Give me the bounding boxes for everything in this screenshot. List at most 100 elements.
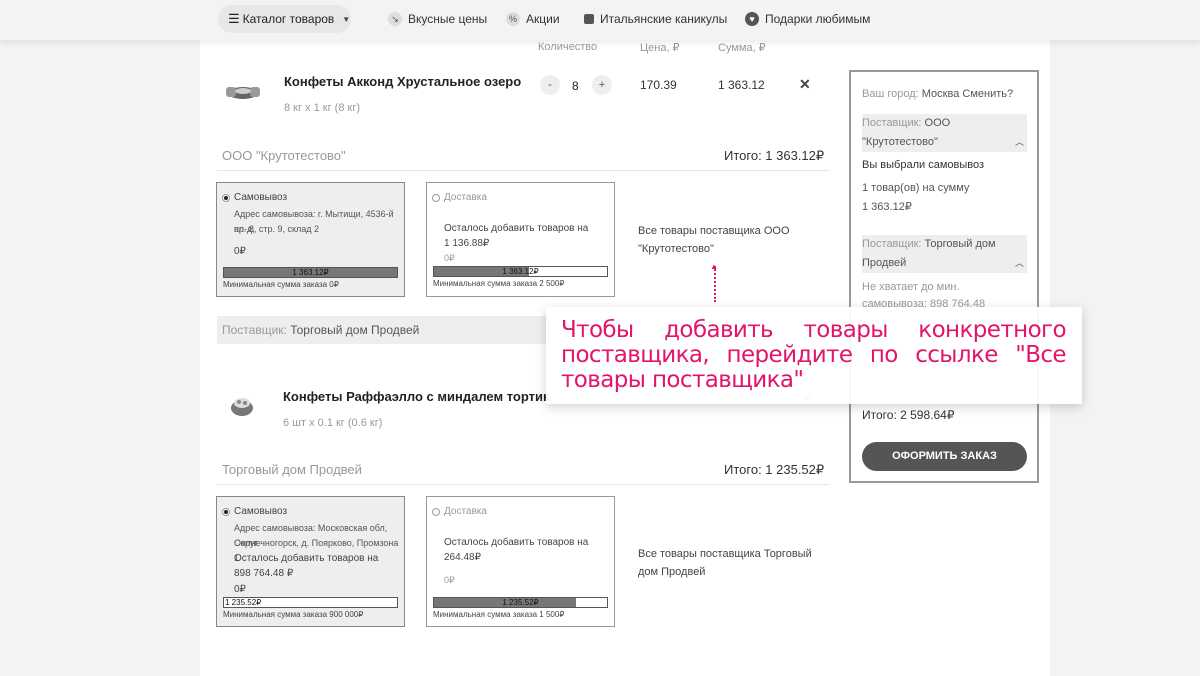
supplier-value: ООО: [924, 117, 951, 129]
link-line: дом Продвей: [638, 566, 706, 578]
remaining-text: Осталось добавить товаров на: [234, 553, 379, 564]
option-label: Самовывоз: [234, 192, 288, 203]
product-title[interactable]: Конфеты Акконд Хрустальное озеро: [284, 74, 521, 89]
supplier-name: ООО "Крутотестово": [222, 148, 346, 163]
strip-label: Поставщик:: [222, 323, 287, 337]
product-image: [226, 87, 260, 99]
all-supplier-goods-link[interactable]: Все товары поставщика ООО "Крутотестово": [638, 222, 790, 258]
progress-bar: 1 363.12₽: [433, 266, 608, 277]
supplier-accordion-header[interactable]: Поставщик: ООО "Крутотестово" ︿: [862, 114, 1027, 152]
city-change-link[interactable]: Москва Сменить?: [922, 88, 1013, 100]
sum-value: 1 363.12: [718, 78, 765, 92]
qty-minus-button[interactable]: -: [540, 75, 560, 95]
chosen-method: Вы выбрали самовывоз: [862, 159, 985, 171]
supplier-value: "Крутотестово": [862, 136, 938, 148]
qty-value[interactable]: 8: [572, 79, 579, 93]
remaining-text: Осталось добавить товаров на: [444, 537, 589, 548]
product-image: [231, 398, 253, 416]
option-label: Доставка: [444, 506, 487, 517]
top-nav: ☰ Каталог товаров ▼ ↘ Вкусные цены % Акц…: [0, 0, 1200, 40]
grand-total: Итого: 2 598.64₽: [862, 408, 955, 422]
hint-text: Чтобы добавить товары конкретного постав…: [561, 317, 1067, 393]
qty-plus-button[interactable]: +: [592, 75, 612, 95]
option-amount: 0₽: [444, 253, 455, 263]
option-amount: 0₽: [444, 575, 455, 585]
supplier-value: Торговый дом: [924, 238, 996, 250]
menu-icon: ☰: [228, 11, 240, 26]
chevron-up-icon: ︿: [1014, 258, 1024, 268]
tag-icon: ↘: [388, 12, 402, 26]
items-sum: 1 363.12₽: [862, 201, 912, 213]
catalog-button[interactable]: ☰ Каталог товаров ▼: [218, 5, 351, 33]
divider: [217, 484, 829, 485]
delivery-radio[interactable]: Доставка: [432, 192, 487, 203]
remaining-amount: 898 764.48 ₽: [234, 568, 294, 579]
chevron-down-icon: ▼: [342, 14, 351, 24]
remaining-text: Осталось добавить товаров на: [444, 223, 589, 234]
progress-label: 1 235.52₽: [225, 598, 262, 607]
radio-unselected-icon: [432, 507, 440, 516]
nav-link-italian-holidays[interactable]: Итальянские каникулы: [584, 12, 727, 26]
pickup-radio[interactable]: Самовывоз: [222, 192, 287, 203]
link-line: Все товары поставщика Торговый: [638, 548, 812, 560]
delivery-radio[interactable]: Доставка: [432, 506, 487, 517]
column-header-price: Цена, ₽: [640, 42, 680, 54]
link-line: Все товары поставщика ООО: [638, 225, 790, 237]
supplier-label: Поставщик:: [862, 238, 922, 250]
nav-link-tasty-prices[interactable]: ↘ Вкусные цены: [388, 12, 487, 26]
remaining-amount: 1 136.88₽: [444, 238, 490, 249]
progress-bar: 1 235.52₽: [433, 597, 608, 608]
column-header-sum: Сумма, ₽: [718, 42, 766, 54]
percent-icon: %: [506, 12, 520, 26]
items-count: 1 товар(ов) на сумму: [862, 182, 970, 194]
pickup-option-card[interactable]: Самовывоз Адрес самовывоза: Московская о…: [216, 496, 405, 627]
city-row: Ваш город: Москва Сменить?: [862, 85, 1013, 104]
chevron-up-icon: ︿: [1014, 137, 1024, 147]
all-supplier-goods-link[interactable]: Все товары поставщика Торговый дом Продв…: [638, 545, 812, 581]
flag-icon: [584, 14, 594, 24]
radio-unselected-icon: [432, 193, 440, 202]
min-order-text: Минимальная сумма заказа 1 500₽: [433, 610, 565, 619]
nav-link-gifts[interactable]: ♥ Подарки любимым: [745, 12, 870, 26]
product-subtitle: 6 шт x 0.1 кг (0.6 кг): [283, 417, 383, 429]
pickup-radio[interactable]: Самовывоз: [222, 506, 287, 517]
heart-icon: ♥: [745, 12, 759, 26]
catalog-label: Каталог товаров: [242, 12, 335, 26]
remaining-amount: 264.48₽: [444, 552, 481, 563]
progress-label: 1 235.52₽: [502, 598, 539, 607]
nav-link-label: Акции: [526, 12, 560, 26]
hint-tooltip: Чтобы добавить товары конкретного постав…: [546, 307, 1082, 404]
option-amount: 0₽: [234, 246, 246, 257]
progress-bar: 1 235.52₽: [223, 597, 398, 608]
remove-item-icon[interactable]: ✕: [799, 76, 811, 93]
progress-label: 1 363.12₽: [292, 268, 329, 277]
supplier-strip: Поставщик: Торговый дом Продвей: [217, 316, 547, 344]
pickup-address-line: вл. 8, стр. 9, склад 2: [234, 224, 320, 234]
price-value: 170.39: [640, 78, 677, 92]
min-order-text: Минимальная сумма заказа 900 000₽: [223, 610, 364, 619]
checkout-button[interactable]: ОФОРМИТЬ ЗАКАЗ: [862, 442, 1027, 471]
product-subtitle: 8 кг x 1 кг (8 кг): [284, 102, 360, 114]
option-label: Доставка: [444, 192, 487, 203]
product-title[interactable]: Конфеты Раффаэлло с миндалем тортик: [283, 389, 549, 404]
nav-link-label: Итальянские каникулы: [600, 12, 728, 26]
delivery-option-card[interactable]: Доставка Осталось добавить товаров на 1 …: [426, 182, 615, 297]
column-header-qty: Количество: [538, 41, 598, 53]
order-summary-sidebar: Ваш город: Москва Сменить? Поставщик: ОО…: [849, 70, 1039, 483]
supplier-total: Итого: 1 235.52₽: [724, 462, 825, 477]
nav-link-label: Подарки любимым: [765, 12, 871, 26]
supplier-label: Поставщик:: [862, 117, 922, 129]
progress-bar: 1 363.12₽: [223, 267, 398, 278]
nav-link-promotions[interactable]: % Акции: [506, 12, 560, 26]
link-line: "Крутотестово": [638, 243, 714, 255]
min-order-text: Минимальная сумма заказа 0₽: [223, 280, 339, 289]
nav-link-label: Вкусные цены: [408, 12, 488, 26]
strip-value: Торговый дом Продвей: [290, 323, 420, 337]
supplier-accordion-header[interactable]: Поставщик: Торговый дом Продвей ︿: [862, 235, 1027, 273]
supplier-value: Продвей: [862, 257, 907, 269]
pickup-option-card[interactable]: Самовывоз Адрес самовывоза: г. Мытищи, 4…: [216, 182, 405, 297]
supplier-name: Торговый дом Продвей: [222, 462, 362, 477]
page: ☰ Каталог товаров ▼ ↘ Вкусные цены % Акц…: [0, 0, 1200, 676]
delivery-option-card[interactable]: Доставка Осталось добавить товаров на 26…: [426, 496, 615, 627]
supplier-total: Итого: 1 363.12₽: [724, 148, 825, 163]
